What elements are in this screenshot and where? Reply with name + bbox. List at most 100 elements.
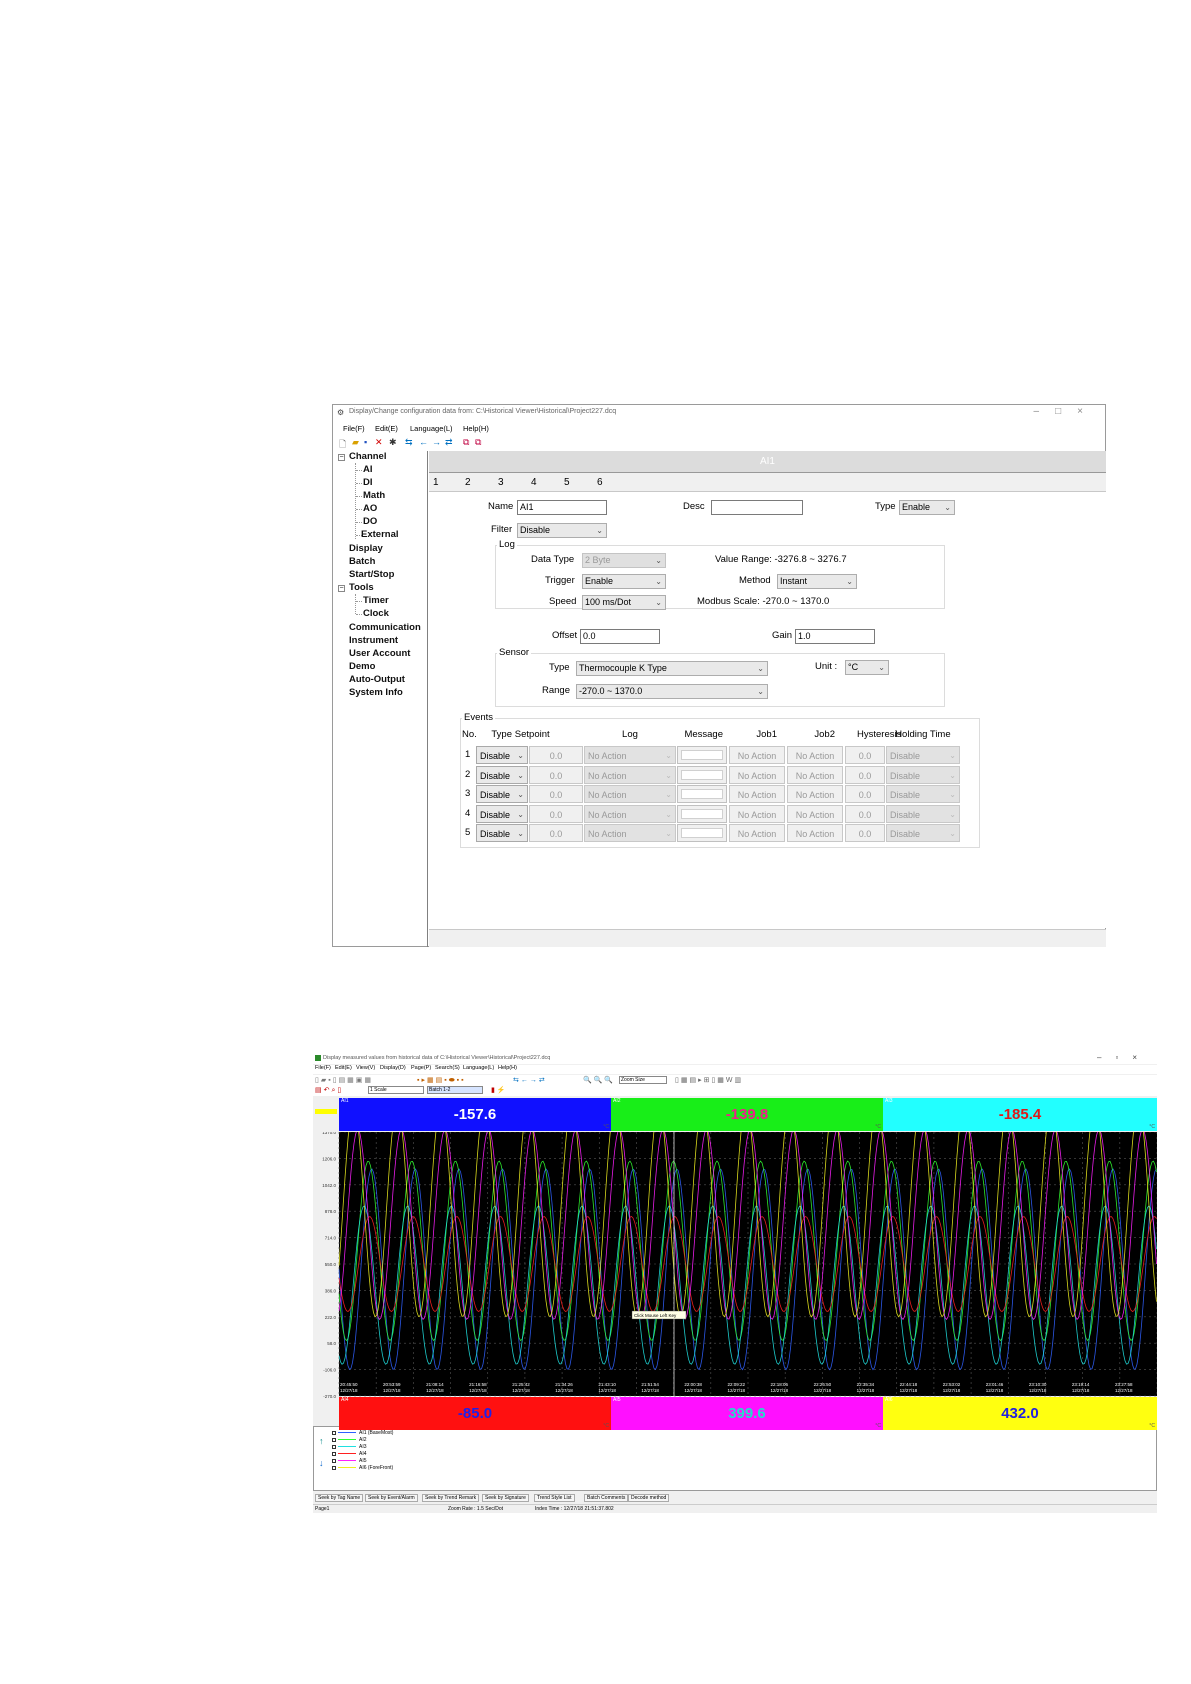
tree-demo[interactable]: Demo (349, 661, 375, 672)
legend-item[interactable]: AI2 (332, 1437, 367, 1443)
seek-tab[interactable]: Trend Style List (534, 1494, 575, 1502)
tree-tools[interactable]: Tools (349, 582, 374, 593)
marker-icon[interactable]: ▮ ⚡ (491, 1086, 506, 1094)
value-panel-ai3[interactable]: AI3 -185.4 °C (883, 1098, 1157, 1131)
type-select[interactable]: Enable ⌄ (899, 500, 955, 515)
seek-tab[interactable]: Batch Comments (584, 1494, 629, 1502)
menu-page[interactable]: Page(P) (411, 1065, 431, 1071)
legend-item[interactable]: AI6 (ForeFront) (332, 1465, 393, 1471)
zoom-tools-icon[interactable]: 🔍🔍🔍 (583, 1076, 615, 1084)
menu-help[interactable]: Help(H) (463, 424, 489, 433)
legend-item[interactable]: AI1 (BaseMost) (332, 1430, 393, 1436)
batch-select[interactable]: Batch 1-2 (427, 1086, 483, 1094)
filter-select[interactable]: Disable ⌄ (517, 523, 607, 538)
legend-item[interactable]: AI3 (332, 1444, 367, 1450)
desc-field[interactable] (711, 500, 803, 515)
trend-tools-icon[interactable]: ▪▸▦▤▪⬬▪▪ (417, 1076, 466, 1085)
tree-do[interactable]: DO (363, 516, 377, 527)
tree-clock[interactable]: Clock (363, 608, 389, 619)
menu-view[interactable]: View(V) (356, 1065, 375, 1071)
seek-tab[interactable]: Seek by Tag Name (315, 1494, 364, 1502)
tree-display[interactable]: Display (349, 543, 383, 554)
delete-icon[interactable]: ✕ (375, 437, 383, 448)
tab-6[interactable]: 6 (597, 477, 603, 488)
window-controls[interactable]: –□× (1034, 406, 1099, 417)
tree-di[interactable]: DI (363, 477, 373, 488)
legend-checkbox[interactable] (332, 1444, 336, 1449)
name-field[interactable]: AI1 (517, 500, 607, 515)
sensor-type-select[interactable]: Thermocouple K Type ⌄ (576, 661, 768, 676)
menu-edit[interactable]: Edit(E) (375, 424, 398, 433)
seek-tab[interactable]: Decode method (628, 1494, 670, 1502)
collapse-channel-icon[interactable]: − (338, 454, 345, 461)
tree-external[interactable]: External (361, 529, 399, 540)
menu-search[interactable]: Search(S) (435, 1065, 460, 1071)
seek-tab[interactable]: Seek by Signature (482, 1494, 529, 1502)
tab-1[interactable]: 1 (433, 477, 439, 488)
offset-field[interactable]: 0.0 (580, 629, 660, 644)
range-select[interactable]: -270.0 ~ 1370.0 ⌄ (576, 684, 768, 699)
value-panel-ai4[interactable]: AI4 -85.0 °C (339, 1397, 611, 1430)
tab-5[interactable]: 5 (564, 477, 570, 488)
save-icon[interactable]: ▪ (364, 437, 367, 447)
value-panel-ai5[interactable]: AI5 399.6 °C (611, 1397, 883, 1430)
value-panel-ai6[interactable]: AI6 432.0 °C (883, 1397, 1157, 1430)
legend-item[interactable]: AI4 (332, 1451, 367, 1457)
legend-checkbox[interactable] (332, 1437, 336, 1442)
legend-checkbox[interactable] (332, 1430, 336, 1435)
tree-ai[interactable]: AI (363, 464, 373, 475)
tree-math[interactable]: Math (363, 490, 385, 501)
menu-language[interactable]: Language(L) (463, 1065, 494, 1071)
tree-timer[interactable]: Timer (363, 595, 389, 606)
legend-item[interactable]: AI5 (332, 1458, 367, 1464)
trigger-select[interactable]: Enable ⌄ (582, 574, 666, 589)
tree-start-stop[interactable]: Start/Stop (349, 569, 394, 580)
event-type-select[interactable]: Disable ⌄ (476, 746, 528, 764)
move-up-icon[interactable]: ↑ (319, 1436, 324, 1446)
legend-checkbox[interactable] (332, 1451, 336, 1456)
legend-checkbox[interactable] (332, 1458, 336, 1463)
value-panel-ai1[interactable]: AI1 -157.6 °C (339, 1098, 611, 1131)
speed-select[interactable]: 100 ms/Dot ⌄ (582, 595, 666, 610)
scale-select[interactable]: 1 Scale (368, 1086, 424, 1094)
unit-select[interactable]: °C ⌄ (845, 660, 889, 675)
seek-tab[interactable]: Seek by Event/Alarm (365, 1494, 418, 1502)
gain-field[interactable]: 1.0 (795, 629, 875, 644)
view-tools-icon[interactable]: ▯▦▤▸⊞▯▦W▥ (675, 1076, 743, 1084)
swap-icon[interactable]: ⇄ (445, 437, 453, 448)
tree-batch[interactable]: Batch (349, 556, 375, 567)
tab-2[interactable]: 2 (465, 477, 471, 488)
tree-instrument[interactable]: Instrument (349, 635, 398, 646)
left-arrow-icon[interactable]: ← (419, 437, 428, 447)
arrow-tools-icon[interactable]: ⇆←→⇄ (513, 1076, 547, 1084)
tree-ao[interactable]: AO (363, 503, 377, 514)
menu-language[interactable]: Language(L) (410, 424, 453, 433)
tree-system-info[interactable]: System Info (349, 687, 403, 698)
tab-3[interactable]: 3 (498, 477, 504, 488)
event-type-select[interactable]: Disable ⌄ (476, 824, 528, 842)
tab-4[interactable]: 4 (531, 477, 537, 488)
file-tools-icon[interactable]: ▯▰▪▯▤▦▣▦ (315, 1076, 373, 1084)
tree-user-account[interactable]: User Account (349, 648, 410, 659)
menu-file[interactable]: File(F) (343, 424, 365, 433)
menu-display[interactable]: Display(D) (380, 1065, 406, 1071)
collapse-tools-icon[interactable]: − (338, 585, 345, 592)
copy-icon[interactable]: ⧉ (463, 437, 469, 448)
event-type-select[interactable]: Disable ⌄ (476, 804, 528, 823)
move-down-icon[interactable]: ↓ (319, 1458, 324, 1468)
transfer-icon[interactable]: ⇆ (405, 437, 413, 448)
menu-help[interactable]: Help(H) (498, 1065, 517, 1071)
tree-communication[interactable]: Communication (349, 622, 421, 633)
method-select[interactable]: Instant ⌄ (777, 574, 857, 589)
tree-auto-output[interactable]: Auto-Output (349, 674, 405, 685)
legend-checkbox[interactable] (332, 1465, 336, 1470)
menu-file[interactable]: File(F) (315, 1065, 331, 1071)
paste-icon[interactable]: ⧉ (475, 437, 481, 448)
settings-icon[interactable]: ✱ (389, 437, 397, 448)
menu-edit[interactable]: Edit(E) (335, 1065, 352, 1071)
right-arrow-icon[interactable]: → (432, 437, 441, 447)
event-type-select[interactable]: Disable ⌄ (476, 765, 528, 784)
zoom-size-select[interactable]: Zoom Size (619, 1076, 667, 1084)
window-controls[interactable]: –▫× (1097, 1053, 1151, 1062)
tree-channel[interactable]: Channel (349, 451, 386, 462)
